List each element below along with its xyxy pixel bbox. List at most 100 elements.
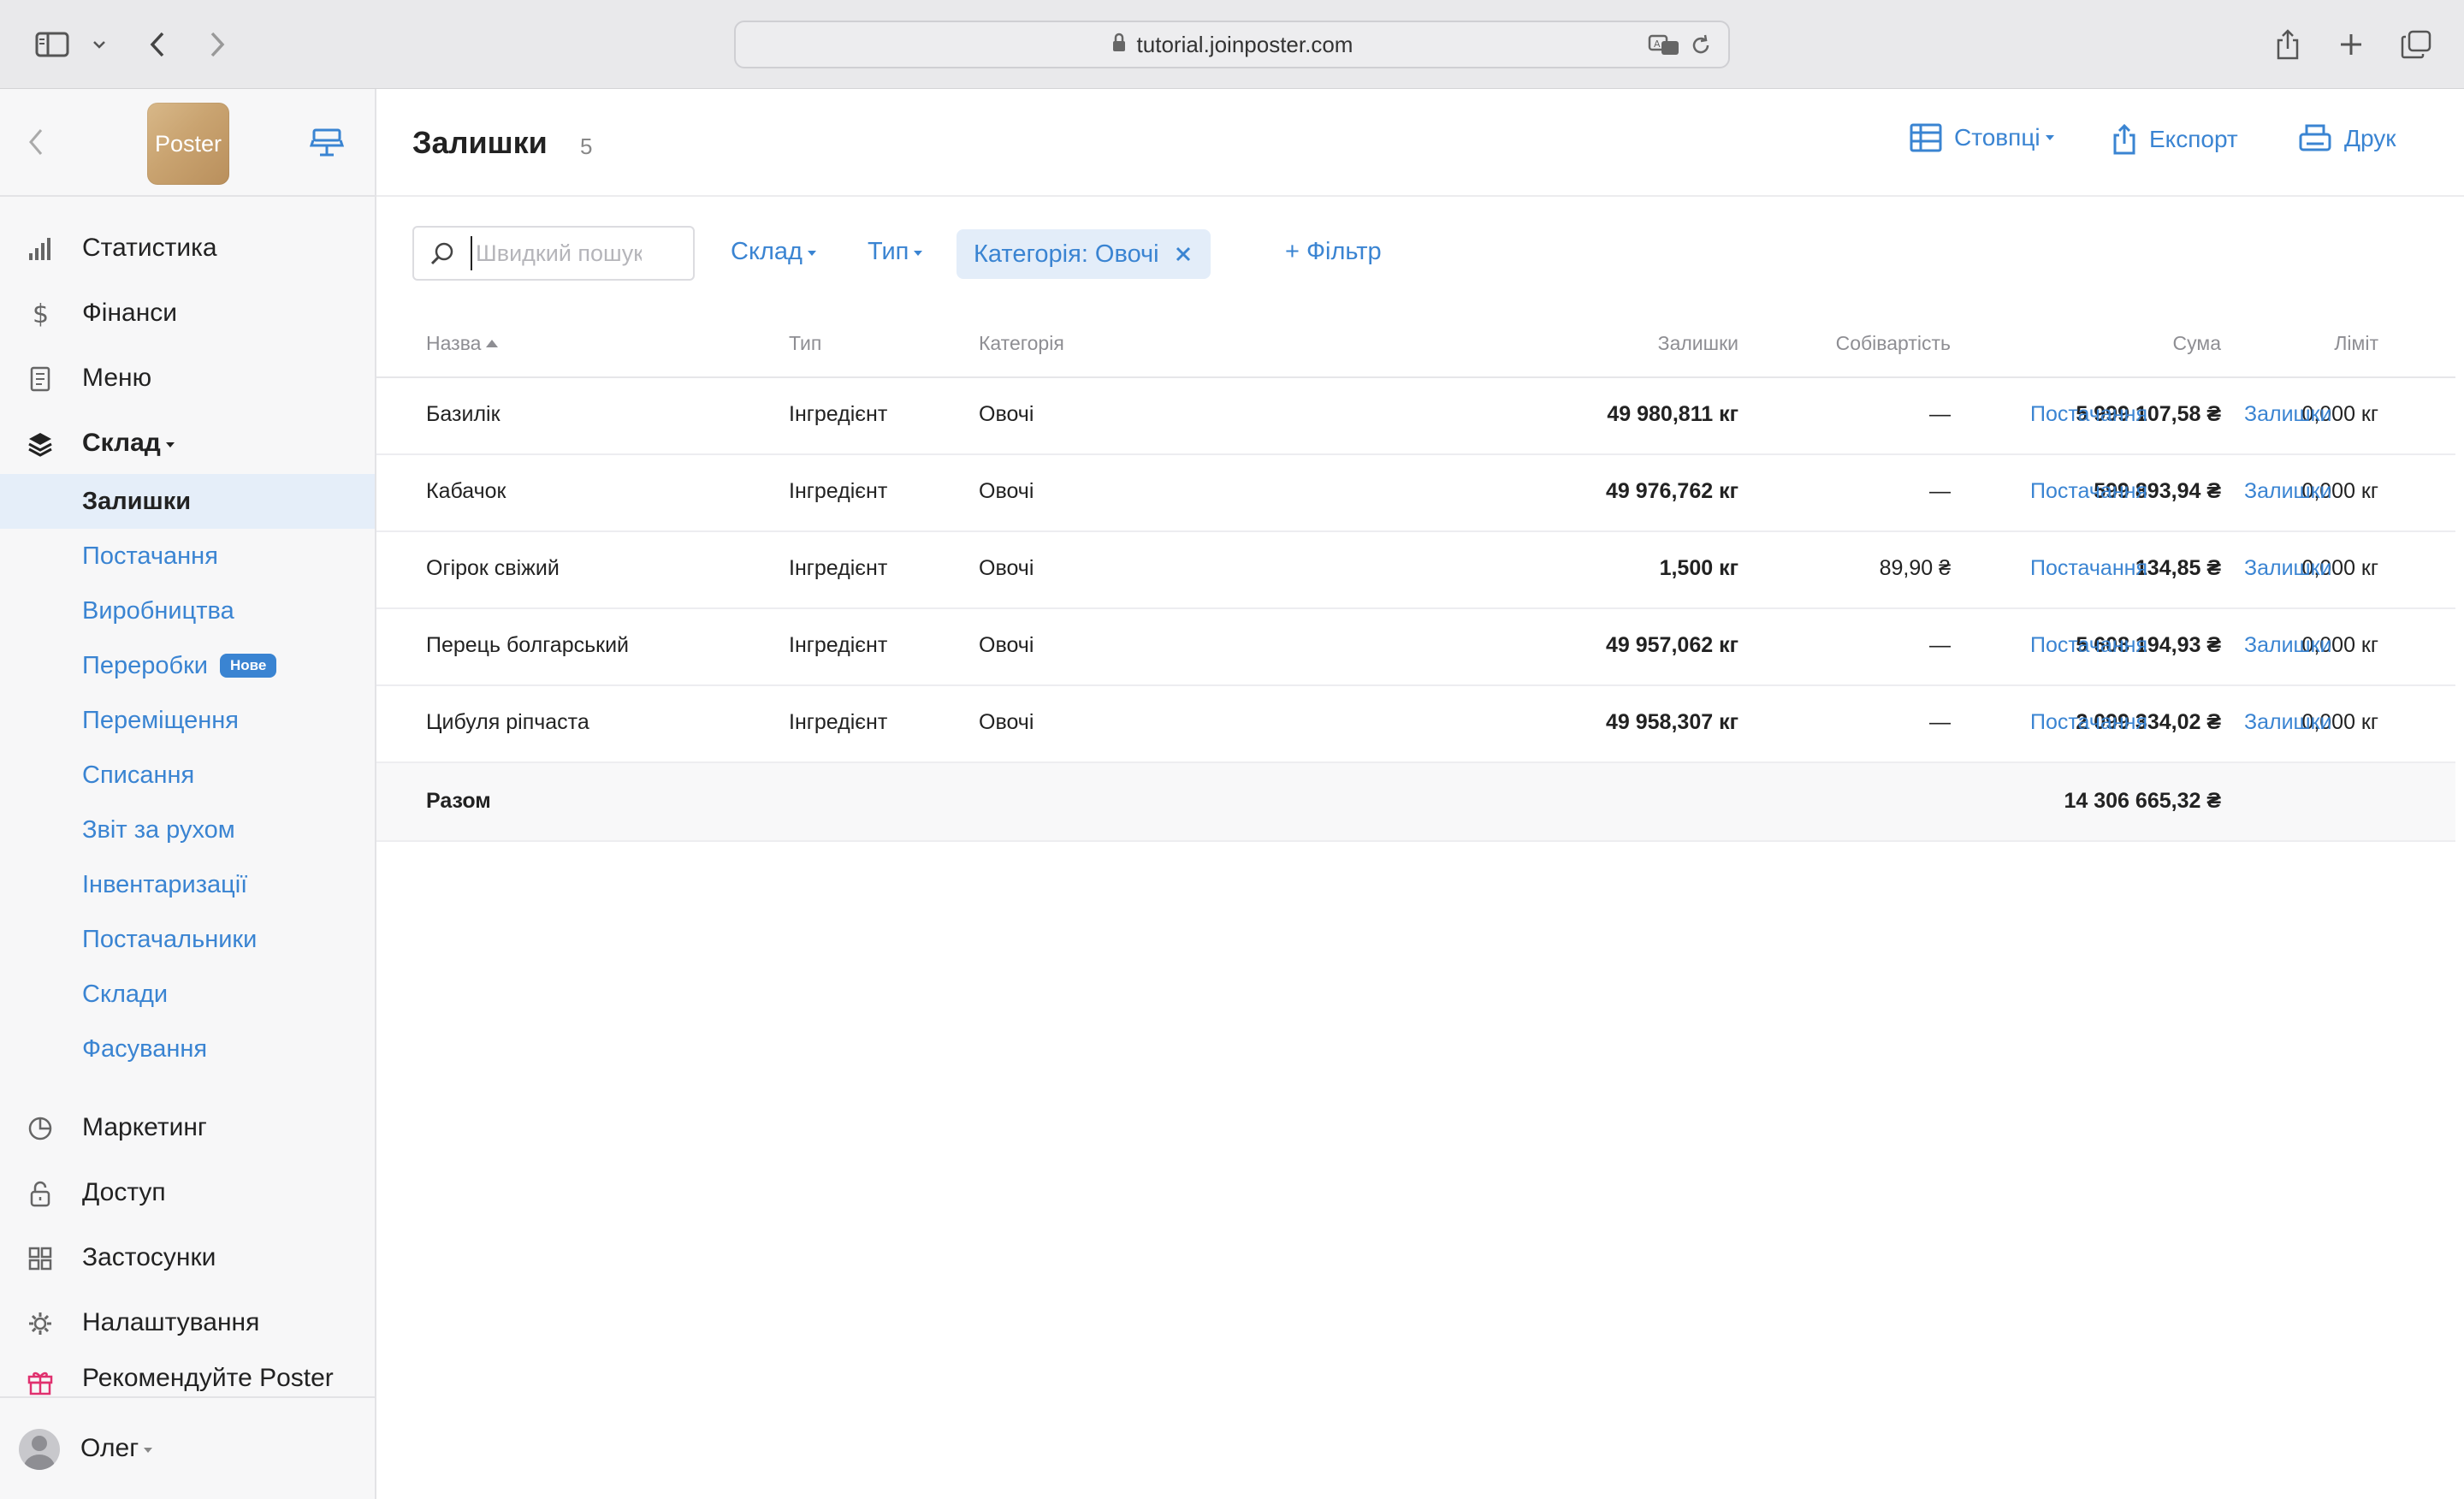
nav-finance-label: Фінанси	[82, 299, 178, 327]
column-header-name[interactable]: Назва	[426, 332, 499, 355]
page-header: Залишки 5 Стовпці Експорт Друк	[376, 89, 2464, 197]
translate-icon[interactable]: A	[1648, 33, 1682, 62]
column-header-type[interactable]: Тип	[789, 332, 821, 355]
chevron-down-icon	[165, 442, 175, 447]
collapse-sidebar-icon[interactable]	[26, 127, 46, 162]
item-count: 5	[580, 133, 593, 159]
pos-terminal-icon[interactable]	[309, 127, 345, 162]
close-icon[interactable]	[1175, 246, 1192, 263]
sidebar-item-label: Інвентаризації	[82, 870, 248, 898]
sidebar-header: Poster	[0, 89, 375, 197]
address-bar[interactable]: tutorial.joinposter.com A	[734, 21, 1730, 68]
sidebar-item-movement-report[interactable]: Звіт за рухом	[0, 803, 375, 857]
supplies-link[interactable]: Постачання	[2030, 633, 2147, 658]
stock-link[interactable]: Залишки	[2244, 710, 2332, 735]
back-arrow-icon[interactable]	[144, 22, 171, 67]
nav-menu[interactable]: Меню	[0, 353, 375, 404]
chevron-down-icon	[914, 251, 923, 256]
nav-recommend-label: Рекомендуйте Poster	[82, 1364, 334, 1392]
main-content: Залишки 5 Стовпці Експорт Друк Склад Тип…	[376, 89, 2464, 1499]
cell-sum: 134,85 ₴	[2135, 556, 2221, 580]
export-label: Експорт	[2149, 126, 2238, 152]
printer-icon	[2299, 124, 2331, 151]
column-header-category[interactable]: Категорія	[979, 332, 1064, 355]
sidebar-item-processing[interactable]: Переробки Нове	[0, 638, 375, 693]
cell-category: Овочі	[979, 479, 1034, 503]
user-menu[interactable]: Олег	[0, 1396, 375, 1499]
supplies-link[interactable]: Постачання	[2030, 479, 2147, 504]
document-icon	[26, 364, 55, 394]
print-button[interactable]: Друк	[2298, 123, 2396, 154]
sidebar-item-label: Звіт за рухом	[82, 815, 235, 844]
cell-cost: 89,90 ₴	[1879, 556, 1951, 580]
search-box[interactable]	[412, 226, 695, 281]
nav-finance[interactable]: $ Фінанси	[0, 287, 375, 339]
chevron-down-icon[interactable]	[89, 22, 110, 67]
nav-apps-label: Застосунки	[82, 1243, 216, 1271]
lock-icon	[1111, 33, 1127, 57]
sidebar-item-inventories[interactable]: Інвентаризації	[0, 857, 375, 912]
cell-category: Овочі	[979, 633, 1034, 657]
nav-recommend[interactable]: Рекомендуйте Poster	[0, 1362, 375, 1396]
user-name: Олег	[80, 1434, 153, 1463]
gift-icon	[26, 1367, 55, 1396]
sidebar-item-stock[interactable]: Залишки	[0, 474, 375, 529]
supplies-link[interactable]: Постачання	[2030, 710, 2147, 735]
nav-settings[interactable]: Налаштування	[0, 1297, 375, 1348]
nav-marketing[interactable]: Маркетинг	[0, 1102, 375, 1153]
supplies-link[interactable]: Постачання	[2030, 556, 2147, 581]
svg-text:$: $	[33, 299, 49, 329]
stock-table: Назва Тип Категорія Залишки Собівартість…	[376, 313, 2455, 842]
sidebar-item-label: Постачальники	[82, 925, 258, 953]
sidebar-item-packing[interactable]: Фасування	[0, 1022, 375, 1076]
sort-ascending-icon	[486, 340, 499, 347]
share-icon[interactable]	[2272, 22, 2303, 67]
cell-stock: 49 976,762 кг	[1606, 479, 1738, 503]
poster-logo[interactable]: Poster	[147, 103, 229, 185]
nav-access-label: Доступ	[82, 1178, 166, 1206]
stock-link[interactable]: Залишки	[2244, 556, 2332, 581]
sidebar-item-warehouses[interactable]: Склади	[0, 967, 375, 1022]
cell-stock: 49 980,811 кг	[1607, 402, 1738, 426]
total-sum: 14 306 665,32 ₴	[2064, 789, 2222, 813]
table-row: Базилік Інгредієнт Овочі 49 980,811 кг —…	[376, 378, 2455, 455]
nav-access[interactable]: Доступ	[0, 1167, 375, 1218]
cell-cost: —	[1929, 710, 1951, 734]
nav-statistics[interactable]: Статистика	[0, 222, 375, 274]
forward-arrow-icon[interactable]	[204, 22, 231, 67]
sidebar-item-production[interactable]: Виробництва	[0, 584, 375, 638]
tab-overview-icon[interactable]	[2399, 22, 2433, 67]
sidebar-item-transfers[interactable]: Переміщення	[0, 693, 375, 748]
sidebar: Poster Статистика $ Фінанси Меню Склад З…	[0, 89, 376, 1499]
column-header-cost[interactable]: Собівартість	[1836, 332, 1951, 355]
filter-bar: Склад Тип Категорія: Овочі + Фільтр	[412, 226, 2380, 281]
column-header-stock[interactable]: Залишки	[1658, 332, 1738, 355]
column-header-limit[interactable]: Ліміт	[2334, 332, 2378, 355]
stock-link[interactable]: Залишки	[2244, 402, 2332, 427]
table-row: Цибуля ріпчаста Інгредієнт Овочі 49 958,…	[376, 686, 2455, 763]
sidebar-toggle-icon[interactable]	[33, 22, 72, 67]
columns-button[interactable]: Стовпці	[1910, 123, 2054, 152]
type-filter-dropdown[interactable]: Тип	[868, 238, 923, 266]
supplies-link[interactable]: Постачання	[2030, 402, 2147, 427]
sidebar-item-suppliers[interactable]: Постачальники	[0, 912, 375, 967]
nav-apps[interactable]: Застосунки	[0, 1232, 375, 1283]
print-label: Друк	[2344, 125, 2396, 151]
new-tab-icon[interactable]	[2336, 22, 2366, 67]
sidebar-item-label: Склади	[82, 980, 169, 1008]
stock-link[interactable]: Залишки	[2244, 479, 2332, 504]
sidebar-item-writeoffs[interactable]: Списання	[0, 748, 375, 803]
category-filter-chip[interactable]: Категорія: Овочі	[957, 229, 1211, 279]
add-filter-button[interactable]: + Фільтр	[1285, 238, 1382, 266]
sidebar-item-supplies[interactable]: Постачання	[0, 529, 375, 584]
export-button[interactable]: Експорт	[2112, 123, 2238, 156]
column-header-sum[interactable]: Сума	[2173, 332, 2221, 355]
sidebar-item-label: Переміщення	[82, 706, 240, 734]
reload-icon[interactable]	[1689, 33, 1713, 62]
sidebar-item-label: Виробництва	[82, 596, 234, 625]
search-input[interactable]	[471, 236, 642, 270]
warehouse-filter-dropdown[interactable]: Склад	[731, 238, 816, 266]
nav-warehouse[interactable]: Склад	[0, 418, 375, 469]
new-badge: Нове	[219, 653, 277, 678]
stock-link[interactable]: Залишки	[2244, 633, 2332, 658]
